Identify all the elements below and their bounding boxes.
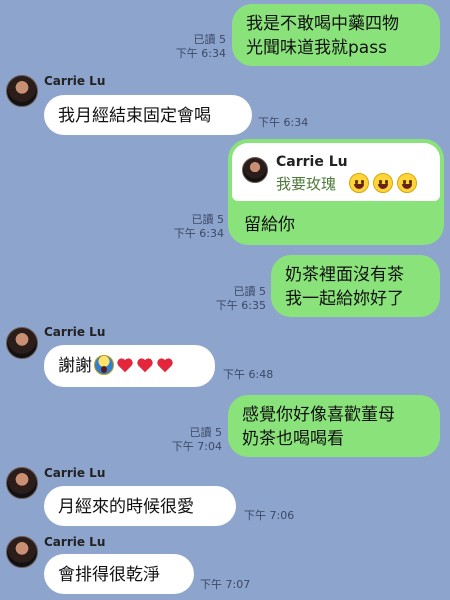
message-text: 留給你 <box>244 215 295 235</box>
grinning-face-icon <box>397 173 417 193</box>
read-receipt: 已讀 5 <box>193 33 227 46</box>
contact-avatar[interactable] <box>6 467 38 499</box>
quoted-reply-avatar <box>242 157 268 183</box>
message-bubble-incoming[interactable]: 月經來的時候很愛 <box>44 486 236 526</box>
read-receipt: 已讀 5 <box>233 285 267 298</box>
red-heart-icon <box>136 356 154 374</box>
message-time: 下午 6:35 <box>215 299 266 312</box>
sender-name: Carrie Lu <box>44 325 106 339</box>
read-receipt: 已讀 5 <box>191 213 225 226</box>
message-time: 下午 6:34 <box>173 227 224 240</box>
message-bubble-outgoing[interactable]: 感覺你好像喜歡董母 奶茶也喝喝看 <box>228 395 440 457</box>
message-time: 下午 6:48 <box>223 368 274 381</box>
message-time: 下午 7:07 <box>200 578 251 591</box>
grinning-face-icon <box>373 173 393 193</box>
sender-name: Carrie Lu <box>44 74 106 88</box>
message-bubble-incoming[interactable]: 會排得很乾淨 <box>44 554 194 594</box>
message-time: 下午 7:06 <box>244 509 295 522</box>
grinning-face-icon <box>349 173 369 193</box>
message-time: 下午 6:34 <box>175 47 226 60</box>
message-time: 下午 6:34 <box>258 116 309 129</box>
sender-name: Carrie Lu <box>44 535 106 549</box>
contact-avatar[interactable] <box>6 327 38 359</box>
red-heart-icon <box>116 356 134 374</box>
chat-area: 我是不敢喝中藥四物 光聞味道我就pass 已讀 5 下午 6:34 Carrie… <box>0 0 450 600</box>
contact-avatar[interactable] <box>6 75 38 107</box>
message-bubble-incoming[interactable]: 我月經結束固定會喝 <box>44 95 252 135</box>
message-text: 謝謝 <box>58 356 92 376</box>
message-bubble-outgoing[interactable]: 奶茶裡面沒有茶 我一起給妳好了 <box>271 255 440 317</box>
contact-avatar[interactable] <box>6 536 38 568</box>
quoted-reply-text: 我要玫瑰 <box>276 175 337 193</box>
quoted-reply-sender: Carrie Lu <box>276 154 348 170</box>
message-bubble-outgoing[interactable]: 我是不敢喝中藥四物 光聞味道我就pass <box>232 4 440 66</box>
sender-name: Carrie Lu <box>44 466 106 480</box>
screaming-face-icon <box>94 355 114 375</box>
read-receipt: 已讀 5 <box>189 426 223 439</box>
message-bubble-incoming[interactable]: 謝謝 <box>44 345 215 387</box>
message-time: 下午 7:04 <box>171 440 222 453</box>
red-heart-icon <box>156 356 174 374</box>
